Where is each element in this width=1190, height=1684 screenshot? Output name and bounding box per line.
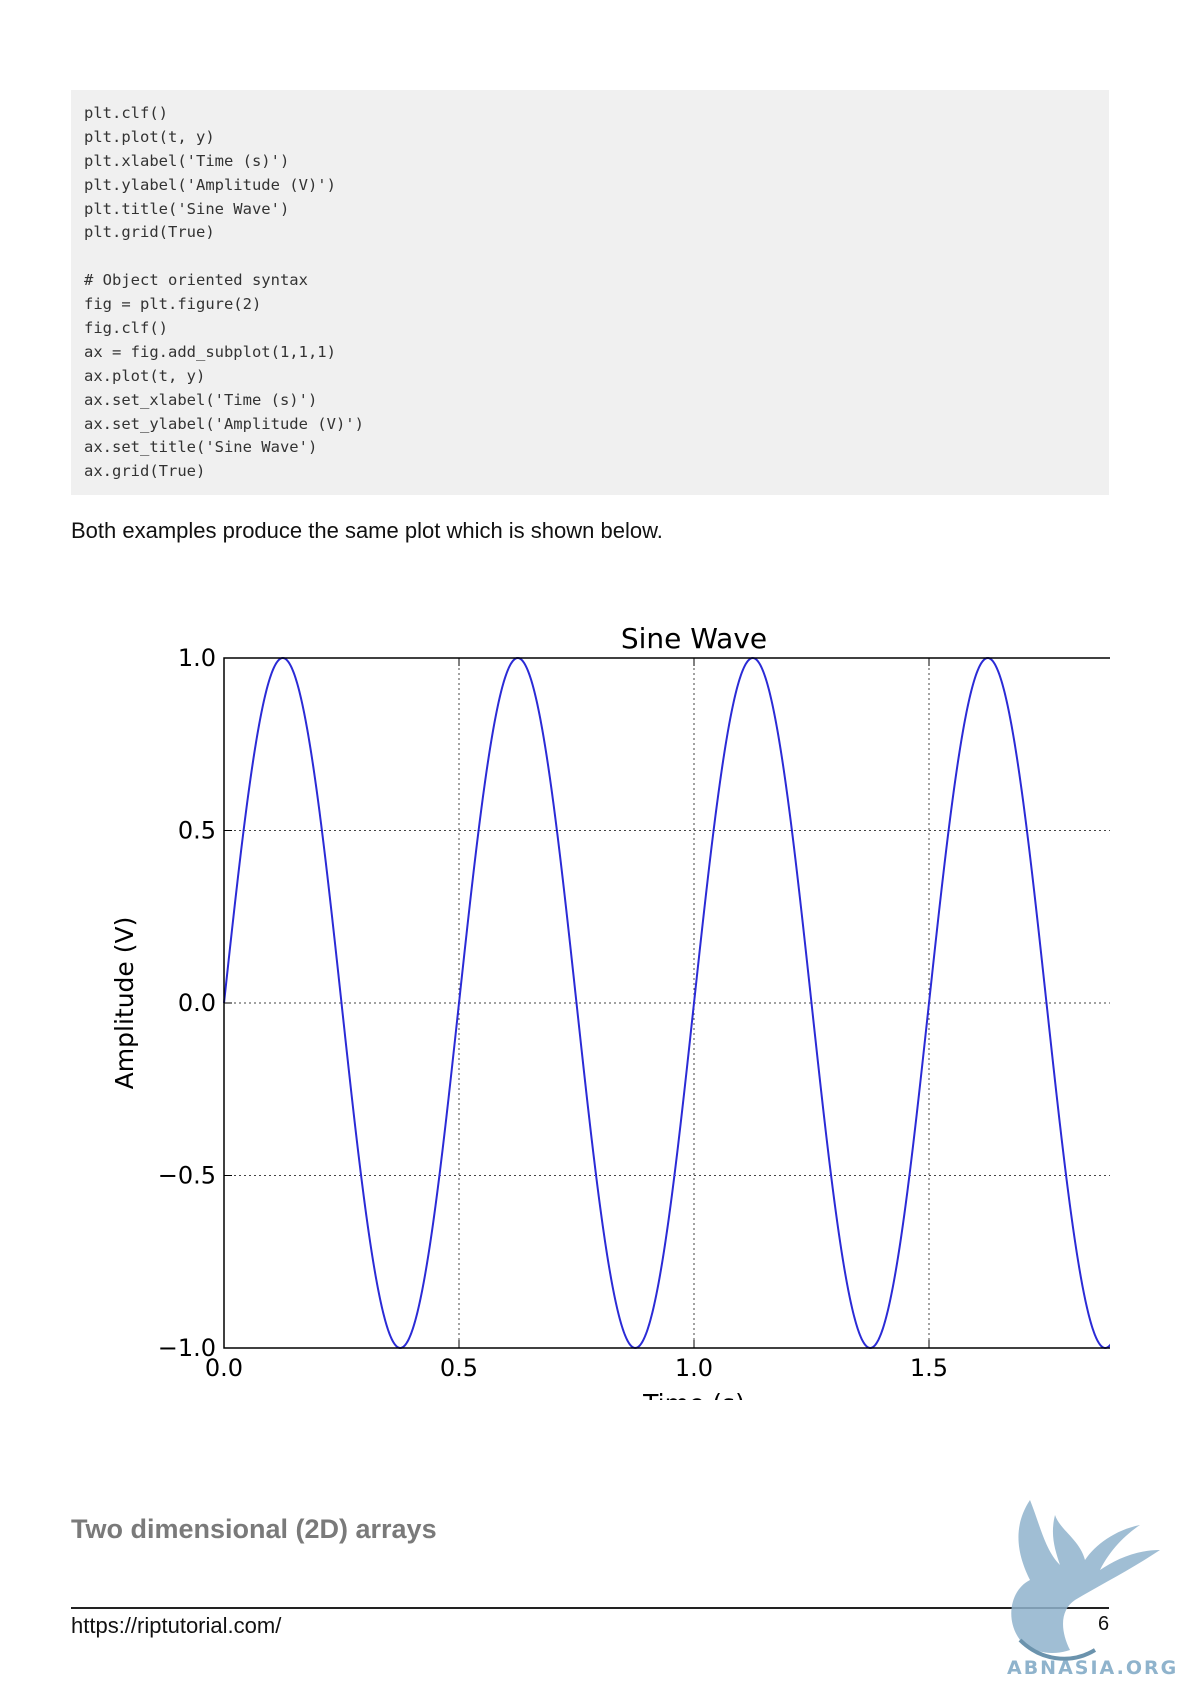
x-tick-label: 1.5 — [910, 1354, 948, 1382]
x-tick-label: 0.5 — [440, 1354, 478, 1382]
intro-paragraph: Both examples produce the same plot whic… — [71, 518, 663, 543]
code-line: ax.plot(t, y) — [84, 366, 206, 385]
watermark-logo-icon — [1011, 1500, 1160, 1661]
code-line: # Object oriented syntax — [84, 271, 308, 290]
chart-title: Sine Wave — [621, 622, 767, 655]
code-block: plt.clf() plt.plot(t, y) plt.xlabel('Time … — [71, 90, 1109, 495]
section-heading: Two dimensional (2D) arrays — [71, 1514, 437, 1544]
footer-url-link[interactable]: https://riptutorial.com/ — [71, 1613, 281, 1639]
y-tick-label: −0.5 — [158, 1162, 216, 1190]
y-tick-label: 0.5 — [178, 817, 216, 845]
code-line: ax = fig.add_subplot(1,1,1) — [84, 342, 336, 361]
y-tick-label: 0.0 — [178, 989, 216, 1017]
y-axis-label: Amplitude (V) — [110, 917, 139, 1090]
code-line: plt.xlabel('Time (s)') — [84, 151, 290, 170]
code-line: ax.grid(True) — [84, 462, 206, 481]
x-tick-label: 1.0 — [675, 1354, 713, 1382]
x-axis-label: Time (s) — [642, 1389, 745, 1400]
y-tick-label: −1.0 — [158, 1334, 216, 1362]
plot-frame — [223, 657, 1110, 1349]
watermark-text: ABNASIA.ORG — [1007, 1657, 1179, 1679]
code-line: plt.clf() — [84, 104, 168, 122]
code-line: plt.title('Sine Wave') — [84, 199, 290, 218]
footer-divider — [71, 1607, 1109, 1609]
sine-wave-chart: 0.00.51.01.52.01.00.50.0−0.5−1.0Sine Wav… — [110, 622, 1110, 1400]
series-line — [223, 656, 1110, 1350]
code-line: ax.set_ylabel('Amplitude (V)') — [84, 414, 364, 433]
code-line: ax.set_xlabel('Time (s)') — [84, 390, 318, 409]
code-line: plt.grid(True) — [84, 223, 215, 242]
code-line: plt.plot(t, y) — [84, 127, 215, 146]
code-line: ax.set_title('Sine Wave') — [84, 438, 318, 457]
code-line: fig.clf() — [84, 319, 168, 338]
code-line: fig = plt.figure(2) — [84, 295, 262, 314]
code-line: plt.ylabel('Amplitude (V)') — [84, 175, 336, 194]
y-tick-label: 1.0 — [178, 644, 216, 672]
